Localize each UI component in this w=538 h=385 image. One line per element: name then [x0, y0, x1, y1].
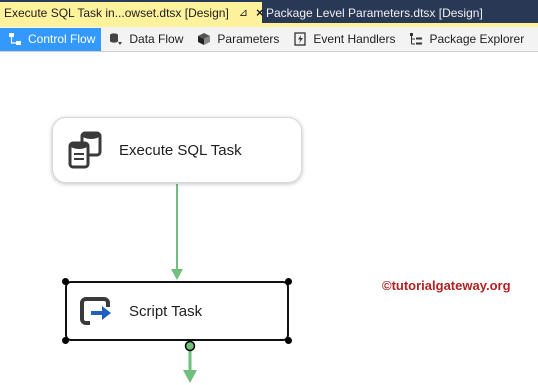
document-tab-label: Package Level Parameters.dtsx [Design]	[266, 5, 483, 20]
tab-label: Package Explorer	[429, 32, 525, 46]
precedence-constraint-arrow[interactable]	[171, 184, 183, 280]
execute-sql-icon	[63, 128, 109, 172]
resize-handle[interactable]	[62, 337, 69, 344]
script-task-icon	[73, 289, 119, 333]
control-flow-canvas[interactable]: Execute SQL Task Script Task ©tutorialga…	[0, 52, 538, 385]
document-tab-package-parameters[interactable]: Package Level Parameters.dtsx [Design]	[264, 2, 514, 23]
resize-handle[interactable]	[285, 278, 292, 285]
document-tab-label: Execute SQL Task in...owset.dtsx [Design…	[4, 5, 229, 20]
parameters-icon	[198, 33, 211, 45]
tab-label: Data Flow	[129, 32, 184, 46]
resize-handle[interactable]	[285, 337, 292, 344]
execute-sql-task[interactable]: Execute SQL Task	[52, 117, 302, 183]
tab-label: Event Handlers	[313, 32, 396, 46]
watermark: ©tutorialgateway.org	[382, 278, 511, 293]
designer-tab-bar: Control Flow Data Flow Parameters Event …	[0, 23, 538, 52]
data-flow-icon	[110, 33, 123, 45]
close-icon[interactable]: ×	[256, 5, 264, 20]
package-explorer-icon	[410, 33, 423, 45]
tab-package-explorer[interactable]: Package Explorer	[401, 28, 530, 51]
tab-control-flow[interactable]: Control Flow	[0, 27, 102, 51]
tab-data-flow[interactable]: Data Flow	[101, 28, 189, 51]
tab-label: Control Flow	[28, 32, 96, 46]
tab-event-handlers[interactable]: Event Handlers	[285, 28, 401, 51]
document-tab-bar: Execute SQL Task in...owset.dtsx [Design…	[0, 0, 538, 23]
task-label: Execute SQL Task	[119, 141, 242, 159]
document-tab-execute-sql[interactable]: Execute SQL Task in...owset.dtsx [Design…	[0, 2, 264, 23]
resize-handle[interactable]	[62, 278, 69, 285]
connector-handle[interactable]	[184, 340, 196, 352]
script-task[interactable]: Script Task	[65, 281, 289, 341]
tab-parameters[interactable]: Parameters	[189, 28, 285, 51]
outgoing-constraint-arrow[interactable]	[183, 349, 197, 383]
event-handlers-icon	[294, 32, 307, 46]
control-flow-icon	[9, 33, 21, 45]
pin-icon[interactable]: ⊿	[239, 6, 248, 19]
task-label: Script Task	[129, 302, 203, 320]
tab-label: Parameters	[217, 32, 280, 46]
